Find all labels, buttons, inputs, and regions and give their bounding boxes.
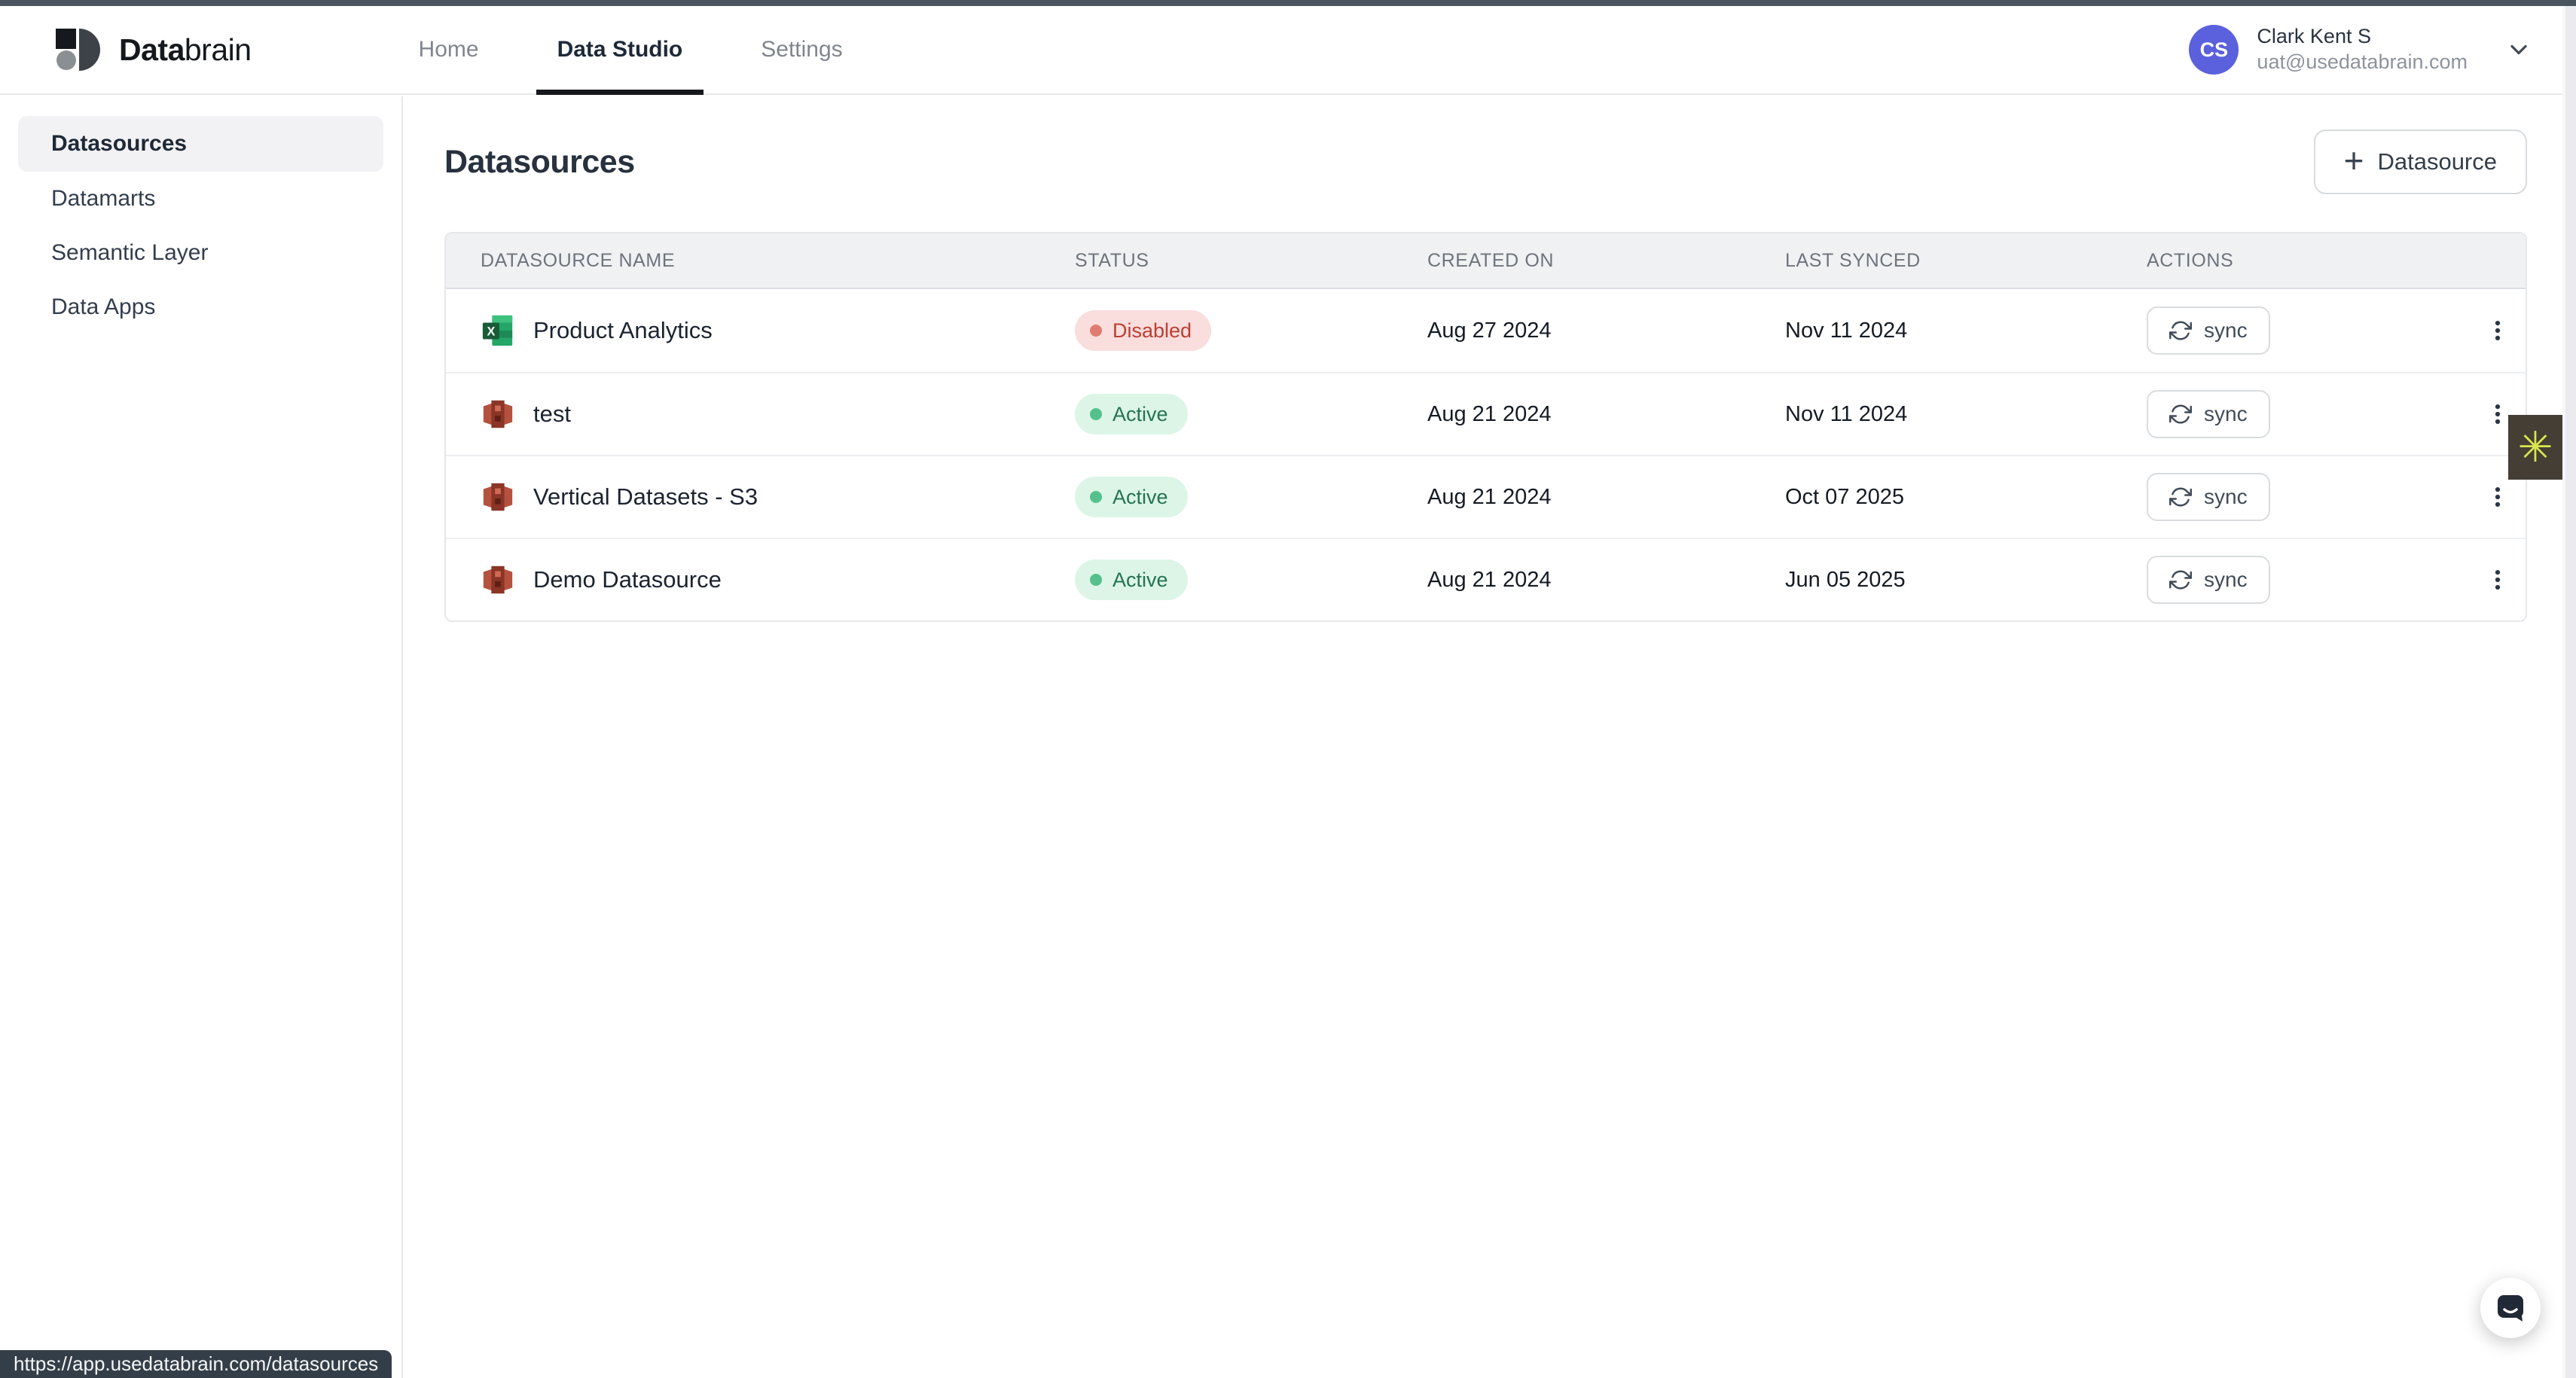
status-badge: Active bbox=[1075, 394, 1188, 434]
nav-tab-settings[interactable]: Settings bbox=[722, 6, 881, 93]
row-menu-kebab-icon[interactable] bbox=[2480, 306, 2516, 355]
sidebar-item-semantic-layer[interactable]: Semantic Layer bbox=[18, 226, 383, 280]
status-dot bbox=[1090, 491, 1102, 503]
status-dot bbox=[1090, 408, 1102, 420]
sync-button[interactable]: sync bbox=[2147, 473, 2270, 521]
datasource-name: Vertical Datasets - S3 bbox=[533, 483, 758, 511]
sync-label: sync bbox=[2204, 319, 2248, 343]
redshift-icon bbox=[481, 397, 515, 431]
redshift-icon bbox=[481, 562, 515, 597]
sidebar-item-datamarts[interactable]: Datamarts bbox=[18, 172, 383, 226]
sync-button[interactable]: sync bbox=[2147, 306, 2270, 355]
databrain-logo-icon bbox=[54, 26, 102, 74]
page-title: Datasources bbox=[444, 144, 635, 181]
page-scrollbar[interactable] bbox=[2562, 6, 2576, 1378]
sync-button[interactable]: sync bbox=[2147, 556, 2270, 604]
col-header-created-on: CREATED ON bbox=[1427, 250, 1785, 272]
svg-text:X: X bbox=[487, 325, 495, 339]
brand-name-regular: brain bbox=[185, 32, 252, 67]
user-meta: Clark Kent S uat@usedatabrain.com bbox=[2257, 24, 2468, 75]
table-header-row: DATASOURCE NAME STATUS CREATED ON LAST S… bbox=[446, 233, 2526, 289]
datasource-name: test bbox=[533, 401, 571, 428]
add-datasource-label: Datasource bbox=[2377, 148, 2497, 175]
status-badge: Active bbox=[1075, 559, 1188, 600]
table-row[interactable]: test Active Aug 21 2024 Nov 11 2024 sync bbox=[446, 372, 2526, 455]
chat-bubble-icon bbox=[2492, 1290, 2529, 1326]
main-content: Datasources + Datasource DATASOURCE NAME… bbox=[403, 96, 2576, 1378]
last-synced: Nov 11 2024 bbox=[1785, 402, 2147, 427]
col-header-actions: ACTIONS bbox=[2147, 250, 2480, 272]
table-row[interactable]: Demo Datasource Active Aug 21 2024 Jun 0… bbox=[446, 538, 2526, 620]
asterisk-icon: ✳ bbox=[2518, 426, 2553, 468]
refresh-icon bbox=[2169, 319, 2192, 342]
chat-launcher-button[interactable] bbox=[2480, 1278, 2541, 1338]
created-on: Aug 21 2024 bbox=[1427, 568, 1785, 593]
last-synced: Oct 07 2025 bbox=[1785, 485, 2147, 510]
col-header-last-synced: LAST SYNCED bbox=[1785, 250, 2147, 272]
user-email: uat@usedatabrain.com bbox=[2257, 50, 2468, 75]
row-menu-kebab-icon[interactable] bbox=[2480, 473, 2516, 521]
refresh-icon bbox=[2169, 569, 2192, 591]
nav-tab-data-studio[interactable]: Data Studio bbox=[518, 6, 722, 93]
avatar: CS bbox=[2189, 25, 2239, 75]
col-header-status: STATUS bbox=[1075, 250, 1427, 272]
status-url: https://app.usedatabrain.com/datasources bbox=[14, 1352, 378, 1376]
brand-logo-link[interactable]: Databrain bbox=[54, 26, 252, 74]
status-badge: Active bbox=[1075, 477, 1188, 517]
created-on: Aug 21 2024 bbox=[1427, 402, 1785, 427]
sync-label: sync bbox=[2204, 568, 2248, 592]
status-label: Active bbox=[1113, 486, 1168, 509]
status-label: Active bbox=[1113, 569, 1168, 592]
status-label: Active bbox=[1113, 403, 1168, 426]
top-bar: Databrain Home Data Studio Settings CS C… bbox=[0, 6, 2576, 95]
datasource-name: Demo Datasource bbox=[533, 566, 722, 593]
sync-label: sync bbox=[2204, 402, 2248, 426]
col-header-datasource-name: DATASOURCE NAME bbox=[446, 250, 1075, 272]
brand-name-bold: Data bbox=[119, 32, 185, 67]
excel-icon: X bbox=[481, 313, 515, 348]
redshift-icon bbox=[481, 480, 515, 514]
status-badge: Disabled bbox=[1075, 310, 1211, 351]
sidebar-item-data-apps[interactable]: Data Apps bbox=[18, 280, 383, 334]
add-datasource-button[interactable]: + Datasource bbox=[2314, 130, 2527, 194]
last-synced: Nov 11 2024 bbox=[1785, 319, 2147, 343]
browser-top-strip bbox=[0, 0, 2576, 6]
chevron-down-icon bbox=[2505, 36, 2532, 63]
last-synced: Jun 05 2025 bbox=[1785, 568, 2147, 593]
browser-extension-button[interactable]: ✳ bbox=[2508, 415, 2562, 480]
status-dot bbox=[1090, 574, 1102, 586]
status-dot bbox=[1090, 325, 1102, 337]
datasource-name: Product Analytics bbox=[533, 317, 713, 344]
status-label: Disabled bbox=[1113, 319, 1192, 343]
sync-button[interactable]: sync bbox=[2147, 390, 2270, 438]
datasources-table: DATASOURCE NAME STATUS CREATED ON LAST S… bbox=[444, 232, 2527, 622]
sidebar-item-datasources[interactable]: Datasources bbox=[18, 116, 383, 172]
user-menu[interactable]: CS Clark Kent S uat@usedatabrain.com bbox=[2189, 24, 2532, 75]
sync-label: sync bbox=[2204, 485, 2248, 509]
created-on: Aug 21 2024 bbox=[1427, 485, 1785, 510]
user-name: Clark Kent S bbox=[2257, 24, 2468, 50]
row-menu-kebab-icon[interactable] bbox=[2480, 556, 2516, 604]
status-url-tooltip: https://app.usedatabrain.com/datasources bbox=[0, 1350, 392, 1378]
created-on: Aug 27 2024 bbox=[1427, 319, 1785, 343]
main-header: Datasources + Datasource bbox=[444, 130, 2527, 194]
refresh-icon bbox=[2169, 403, 2192, 425]
refresh-icon bbox=[2169, 486, 2192, 508]
brand-name: Databrain bbox=[119, 32, 252, 68]
table-row[interactable]: X Product Analytics Disabled Aug 27 2024… bbox=[446, 289, 2526, 372]
sidebar: Datasources Datamarts Semantic Layer Dat… bbox=[0, 96, 403, 1378]
nav-tab-home[interactable]: Home bbox=[380, 6, 518, 93]
primary-nav: Home Data Studio Settings bbox=[380, 6, 882, 93]
table-row[interactable]: Vertical Datasets - S3 Active Aug 21 202… bbox=[446, 455, 2526, 538]
